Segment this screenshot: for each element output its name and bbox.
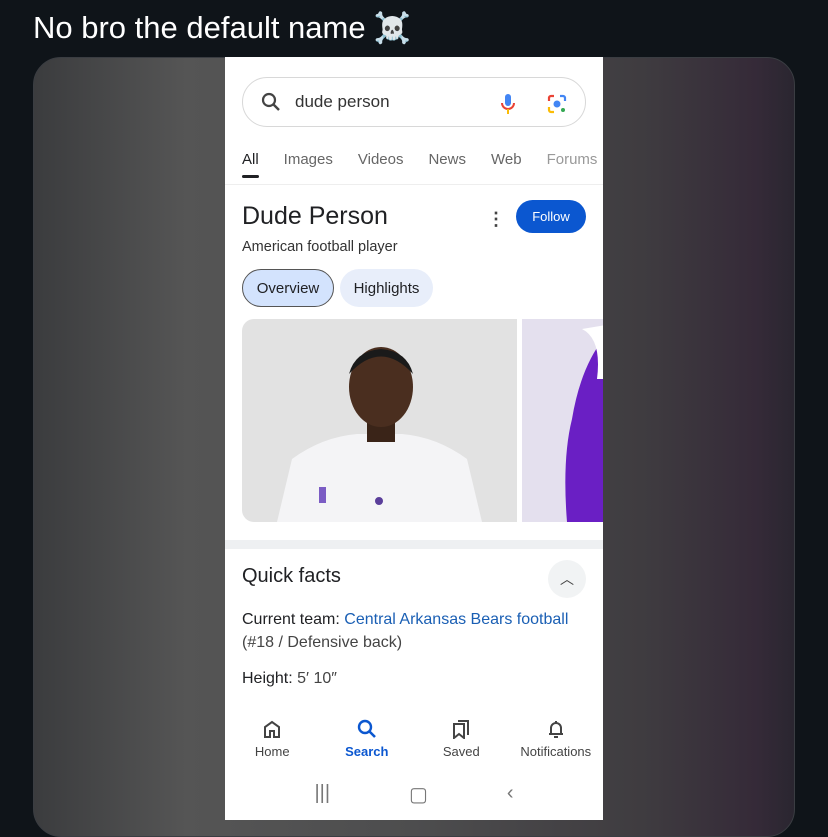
microphone-icon[interactable] bbox=[500, 93, 516, 115]
bottom-nav: Home Search Saved Notifications bbox=[225, 707, 603, 767]
tab-videos[interactable]: Videos bbox=[358, 151, 404, 168]
recent-apps-icon[interactable]: ||| bbox=[314, 782, 330, 807]
skull-emoji: ☠️ bbox=[373, 11, 411, 45]
nav-label: Notifications bbox=[520, 744, 592, 759]
team-link[interactable]: Central Arkansas Bears football bbox=[344, 611, 568, 628]
entity-title: Dude Person bbox=[242, 202, 388, 230]
follow-button[interactable]: Follow bbox=[516, 200, 586, 233]
search-tabs: All Images Videos News Web Forums bbox=[242, 151, 603, 178]
tab-news[interactable]: News bbox=[428, 151, 466, 168]
fact-label: Height: bbox=[242, 670, 293, 687]
system-nav-bar: ||| ▢ ‹ bbox=[225, 782, 603, 807]
entity-subtitle: American football player bbox=[242, 239, 398, 255]
tab-images[interactable]: Images bbox=[284, 151, 333, 168]
home-button-icon[interactable]: ▢ bbox=[409, 782, 428, 807]
fact-current-team: Current team: Central Arkansas Bears foo… bbox=[242, 608, 572, 654]
google-lens-icon[interactable] bbox=[546, 93, 568, 115]
search-icon bbox=[261, 92, 280, 111]
quick-facts-title: Quick facts bbox=[242, 565, 341, 587]
tab-web[interactable]: Web bbox=[491, 151, 522, 168]
nav-label: Search bbox=[345, 744, 389, 759]
back-icon[interactable]: ‹ bbox=[507, 782, 514, 807]
post-caption: No bro the default name ☠️ bbox=[33, 10, 411, 46]
fact-label: Current team: bbox=[242, 611, 340, 628]
bell-icon bbox=[548, 721, 563, 738]
player-photo[interactable] bbox=[242, 319, 517, 522]
tab-forums[interactable]: Forums bbox=[547, 151, 598, 168]
player-action-photo[interactable] bbox=[522, 319, 603, 522]
divider bbox=[225, 184, 603, 185]
phone-screenshot: dude person All Images Videos News Web F… bbox=[225, 57, 603, 820]
tab-all[interactable]: All bbox=[242, 151, 259, 178]
more-options-icon[interactable]: ⋮ bbox=[487, 209, 505, 230]
nav-label: Home bbox=[254, 744, 290, 759]
search-icon bbox=[357, 719, 376, 738]
nav-home[interactable]: Home bbox=[225, 707, 320, 767]
fact-height: Height: 5′ 10″ bbox=[242, 667, 572, 690]
nav-notifications[interactable]: Notifications bbox=[509, 707, 604, 767]
nav-saved[interactable]: Saved bbox=[414, 707, 509, 767]
home-icon bbox=[264, 720, 281, 738]
saved-icon bbox=[453, 720, 470, 739]
nav-label: Saved bbox=[442, 744, 480, 759]
chip-highlights[interactable]: Highlights bbox=[340, 269, 433, 307]
chip-overview[interactable]: Overview bbox=[242, 269, 334, 307]
search-bar[interactable]: dude person bbox=[242, 77, 586, 127]
caption-text: No bro the default name bbox=[33, 10, 366, 45]
collapse-chevron-up-icon[interactable]: ︿ bbox=[548, 560, 586, 598]
search-query[interactable]: dude person bbox=[295, 92, 390, 112]
nav-search[interactable]: Search bbox=[320, 707, 415, 767]
team-detail: (#18 / Defensive back) bbox=[242, 634, 403, 651]
section-separator bbox=[225, 540, 603, 549]
height-value: 5′ 10″ bbox=[297, 670, 337, 687]
